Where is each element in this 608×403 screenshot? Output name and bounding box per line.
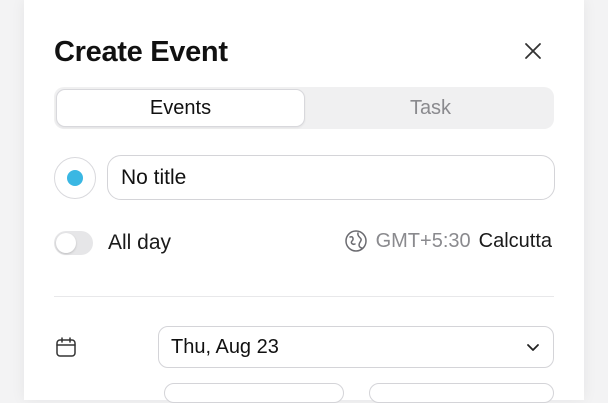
date-select[interactable]: Thu, Aug 23 [158, 326, 554, 368]
all-day-toggle[interactable] [54, 231, 93, 255]
event-color-swatch [67, 170, 83, 186]
section-divider [54, 296, 554, 297]
globe-icon [344, 230, 367, 252]
tab-events[interactable]: Events [56, 89, 305, 127]
end-time-select[interactable] [369, 383, 554, 403]
event-type-tabs: Events Task [54, 87, 554, 129]
date-value: Thu, Aug 23 [171, 335, 279, 358]
start-time-select[interactable] [164, 383, 344, 403]
calendar-icon [56, 337, 76, 357]
create-event-dialog: Create Event Events Task All day GMT+5:3… [24, 0, 584, 403]
event-title-input[interactable] [107, 155, 555, 200]
timezone-offset: GMT+5:30 [375, 229, 471, 252]
dialog-title: Create Event [54, 36, 228, 68]
timezone-selector[interactable]: GMT+5:30 Calcutta [344, 229, 552, 253]
chevron-down-icon [527, 344, 539, 351]
close-button[interactable] [520, 38, 546, 64]
close-icon [525, 43, 541, 59]
tab-task[interactable]: Task [307, 87, 554, 129]
event-color-button[interactable] [54, 157, 96, 199]
all-day-label: All day [108, 231, 172, 254]
toggle-knob [56, 233, 76, 253]
timezone-city: Calcutta [478, 229, 552, 252]
